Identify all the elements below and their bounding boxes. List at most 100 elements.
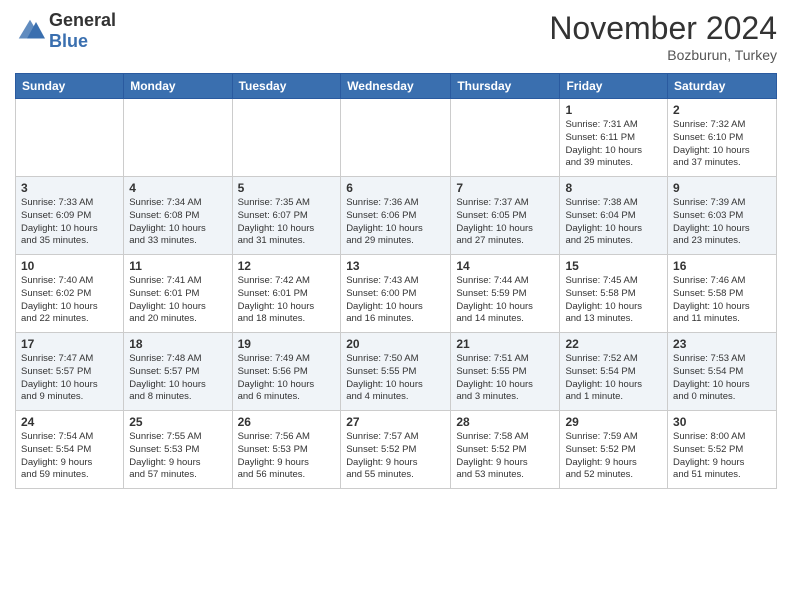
day-number: 28	[456, 415, 554, 429]
day-cell: 28 Sunrise: 7:58 AM Sunset: 5:52 PM Dayli…	[451, 411, 560, 489]
day-info: Sunrise: 7:51 AM Sunset: 5:55 PM Dayligh…	[456, 353, 554, 404]
day-cell: 17 Sunrise: 7:47 AM Sunset: 5:57 PM Dayli…	[16, 333, 124, 411]
day-number: 29	[565, 415, 662, 429]
weekday-sunday: Sunday	[16, 74, 124, 99]
day-info: Sunrise: 7:50 AM Sunset: 5:55 PM Dayligh…	[346, 353, 445, 404]
day-number: 17	[21, 337, 118, 351]
day-number: 13	[346, 259, 445, 273]
calendar-header: SundayMondayTuesdayWednesdayThursdayFrid…	[16, 74, 777, 99]
page: General Blue November 2024 Bozburun, Tur…	[0, 0, 792, 612]
day-cell: 11 Sunrise: 7:41 AM Sunset: 6:01 PM Dayli…	[124, 255, 232, 333]
day-number: 26	[238, 415, 336, 429]
weekday-thursday: Thursday	[451, 74, 560, 99]
day-info: Sunrise: 7:34 AM Sunset: 6:08 PM Dayligh…	[129, 197, 226, 248]
day-info: Sunrise: 7:49 AM Sunset: 5:56 PM Dayligh…	[238, 353, 336, 404]
day-cell: 5 Sunrise: 7:35 AM Sunset: 6:07 PM Daylig…	[232, 177, 341, 255]
calendar-body: 1Sunrise: 7:31 AM Sunset: 6:11 PM Daylig…	[16, 99, 777, 489]
day-cell: 7Sunrise: 7:37 AM Sunset: 6:05 PM Daylig…	[451, 177, 560, 255]
day-number: 23	[673, 337, 771, 351]
weekday-friday: Friday	[560, 74, 668, 99]
day-info: Sunrise: 7:57 AM Sunset: 5:52 PM Dayligh…	[346, 431, 445, 482]
day-info: Sunrise: 7:44 AM Sunset: 5:59 PM Dayligh…	[456, 275, 554, 326]
title-block: November 2024 Bozburun, Turkey	[549, 10, 777, 63]
day-info: Sunrise: 7:32 AM Sunset: 6:10 PM Dayligh…	[673, 119, 771, 170]
week-row-4: 24 Sunrise: 7:54 AM Sunset: 5:54 PM Dayli…	[16, 411, 777, 489]
day-cell: 15 Sunrise: 7:45 AM Sunset: 5:58 PM Dayli…	[560, 255, 668, 333]
day-info: Sunrise: 7:52 AM Sunset: 5:54 PM Dayligh…	[565, 353, 662, 404]
logo-icon	[15, 16, 45, 46]
day-info: Sunrise: 7:38 AM Sunset: 6:04 PM Dayligh…	[565, 197, 662, 248]
day-cell: 3Sunrise: 7:33 AM Sunset: 6:09 PM Daylig…	[16, 177, 124, 255]
day-cell: 6Sunrise: 7:36 AM Sunset: 6:06 PM Daylig…	[341, 177, 451, 255]
day-info: Sunrise: 7:39 AM Sunset: 6:03 PM Dayligh…	[673, 197, 771, 248]
day-cell: 14 Sunrise: 7:44 AM Sunset: 5:59 PM Dayli…	[451, 255, 560, 333]
day-cell: 1Sunrise: 7:31 AM Sunset: 6:11 PM Daylig…	[560, 99, 668, 177]
day-info: Sunrise: 7:47 AM Sunset: 5:57 PM Dayligh…	[21, 353, 118, 404]
month-title: November 2024	[549, 10, 777, 47]
day-info: Sunrise: 7:59 AM Sunset: 5:52 PM Dayligh…	[565, 431, 662, 482]
week-row-1: 3Sunrise: 7:33 AM Sunset: 6:09 PM Daylig…	[16, 177, 777, 255]
day-number: 24	[21, 415, 118, 429]
day-info: Sunrise: 7:43 AM Sunset: 6:00 PM Dayligh…	[346, 275, 445, 326]
logo-blue: Blue	[49, 31, 116, 52]
day-cell: 8Sunrise: 7:38 AM Sunset: 6:04 PM Daylig…	[560, 177, 668, 255]
day-number: 5	[238, 181, 336, 195]
day-cell	[16, 99, 124, 177]
day-number: 21	[456, 337, 554, 351]
day-cell: 21 Sunrise: 7:51 AM Sunset: 5:55 PM Dayli…	[451, 333, 560, 411]
day-cell: 26 Sunrise: 7:56 AM Sunset: 5:53 PM Dayli…	[232, 411, 341, 489]
day-info: Sunrise: 7:40 AM Sunset: 6:02 PM Dayligh…	[21, 275, 118, 326]
day-info: Sunrise: 7:45 AM Sunset: 5:58 PM Dayligh…	[565, 275, 662, 326]
day-number: 11	[129, 259, 226, 273]
day-cell: 12Sunrise: 7:42 AM Sunset: 6:01 PM Dayli…	[232, 255, 341, 333]
day-cell	[232, 99, 341, 177]
day-cell: 13 Sunrise: 7:43 AM Sunset: 6:00 PM Dayli…	[341, 255, 451, 333]
day-info: Sunrise: 7:41 AM Sunset: 6:01 PM Dayligh…	[129, 275, 226, 326]
day-number: 6	[346, 181, 445, 195]
week-row-2: 10Sunrise: 7:40 AM Sunset: 6:02 PM Dayli…	[16, 255, 777, 333]
day-cell: 18 Sunrise: 7:48 AM Sunset: 5:57 PM Dayli…	[124, 333, 232, 411]
day-number: 12	[238, 259, 336, 273]
weekday-tuesday: Tuesday	[232, 74, 341, 99]
day-number: 14	[456, 259, 554, 273]
day-info: Sunrise: 7:55 AM Sunset: 5:53 PM Dayligh…	[129, 431, 226, 482]
logo: General Blue	[15, 10, 116, 52]
day-number: 16	[673, 259, 771, 273]
day-info: Sunrise: 8:00 AM Sunset: 5:52 PM Dayligh…	[673, 431, 771, 482]
day-cell: 25Sunrise: 7:55 AM Sunset: 5:53 PM Dayli…	[124, 411, 232, 489]
day-info: Sunrise: 7:58 AM Sunset: 5:52 PM Dayligh…	[456, 431, 554, 482]
day-cell: 19 Sunrise: 7:49 AM Sunset: 5:56 PM Dayli…	[232, 333, 341, 411]
day-cell: 10Sunrise: 7:40 AM Sunset: 6:02 PM Dayli…	[16, 255, 124, 333]
day-cell: 16Sunrise: 7:46 AM Sunset: 5:58 PM Dayli…	[668, 255, 777, 333]
day-number: 19	[238, 337, 336, 351]
logo-text: General Blue	[49, 10, 116, 52]
day-number: 7	[456, 181, 554, 195]
day-number: 15	[565, 259, 662, 273]
day-number: 30	[673, 415, 771, 429]
day-info: Sunrise: 7:35 AM Sunset: 6:07 PM Dayligh…	[238, 197, 336, 248]
day-cell	[341, 99, 451, 177]
day-number: 1	[565, 103, 662, 117]
weekday-monday: Monday	[124, 74, 232, 99]
day-number: 27	[346, 415, 445, 429]
week-row-0: 1Sunrise: 7:31 AM Sunset: 6:11 PM Daylig…	[16, 99, 777, 177]
day-number: 22	[565, 337, 662, 351]
day-number: 3	[21, 181, 118, 195]
location: Bozburun, Turkey	[549, 47, 777, 63]
day-cell: 27 Sunrise: 7:57 AM Sunset: 5:52 PM Dayli…	[341, 411, 451, 489]
day-number: 20	[346, 337, 445, 351]
day-number: 18	[129, 337, 226, 351]
day-info: Sunrise: 7:54 AM Sunset: 5:54 PM Dayligh…	[21, 431, 118, 482]
day-info: Sunrise: 7:48 AM Sunset: 5:57 PM Dayligh…	[129, 353, 226, 404]
day-cell: 2 Sunrise: 7:32 AM Sunset: 6:10 PM Daylig…	[668, 99, 777, 177]
day-number: 4	[129, 181, 226, 195]
day-number: 9	[673, 181, 771, 195]
day-cell: 4 Sunrise: 7:34 AM Sunset: 6:08 PM Daylig…	[124, 177, 232, 255]
day-number: 2	[673, 103, 771, 117]
day-info: Sunrise: 7:53 AM Sunset: 5:54 PM Dayligh…	[673, 353, 771, 404]
day-cell: 29 Sunrise: 7:59 AM Sunset: 5:52 PM Dayli…	[560, 411, 668, 489]
day-cell: 24 Sunrise: 7:54 AM Sunset: 5:54 PM Dayli…	[16, 411, 124, 489]
day-cell: 22 Sunrise: 7:52 AM Sunset: 5:54 PM Dayli…	[560, 333, 668, 411]
day-info: Sunrise: 7:56 AM Sunset: 5:53 PM Dayligh…	[238, 431, 336, 482]
day-cell	[124, 99, 232, 177]
